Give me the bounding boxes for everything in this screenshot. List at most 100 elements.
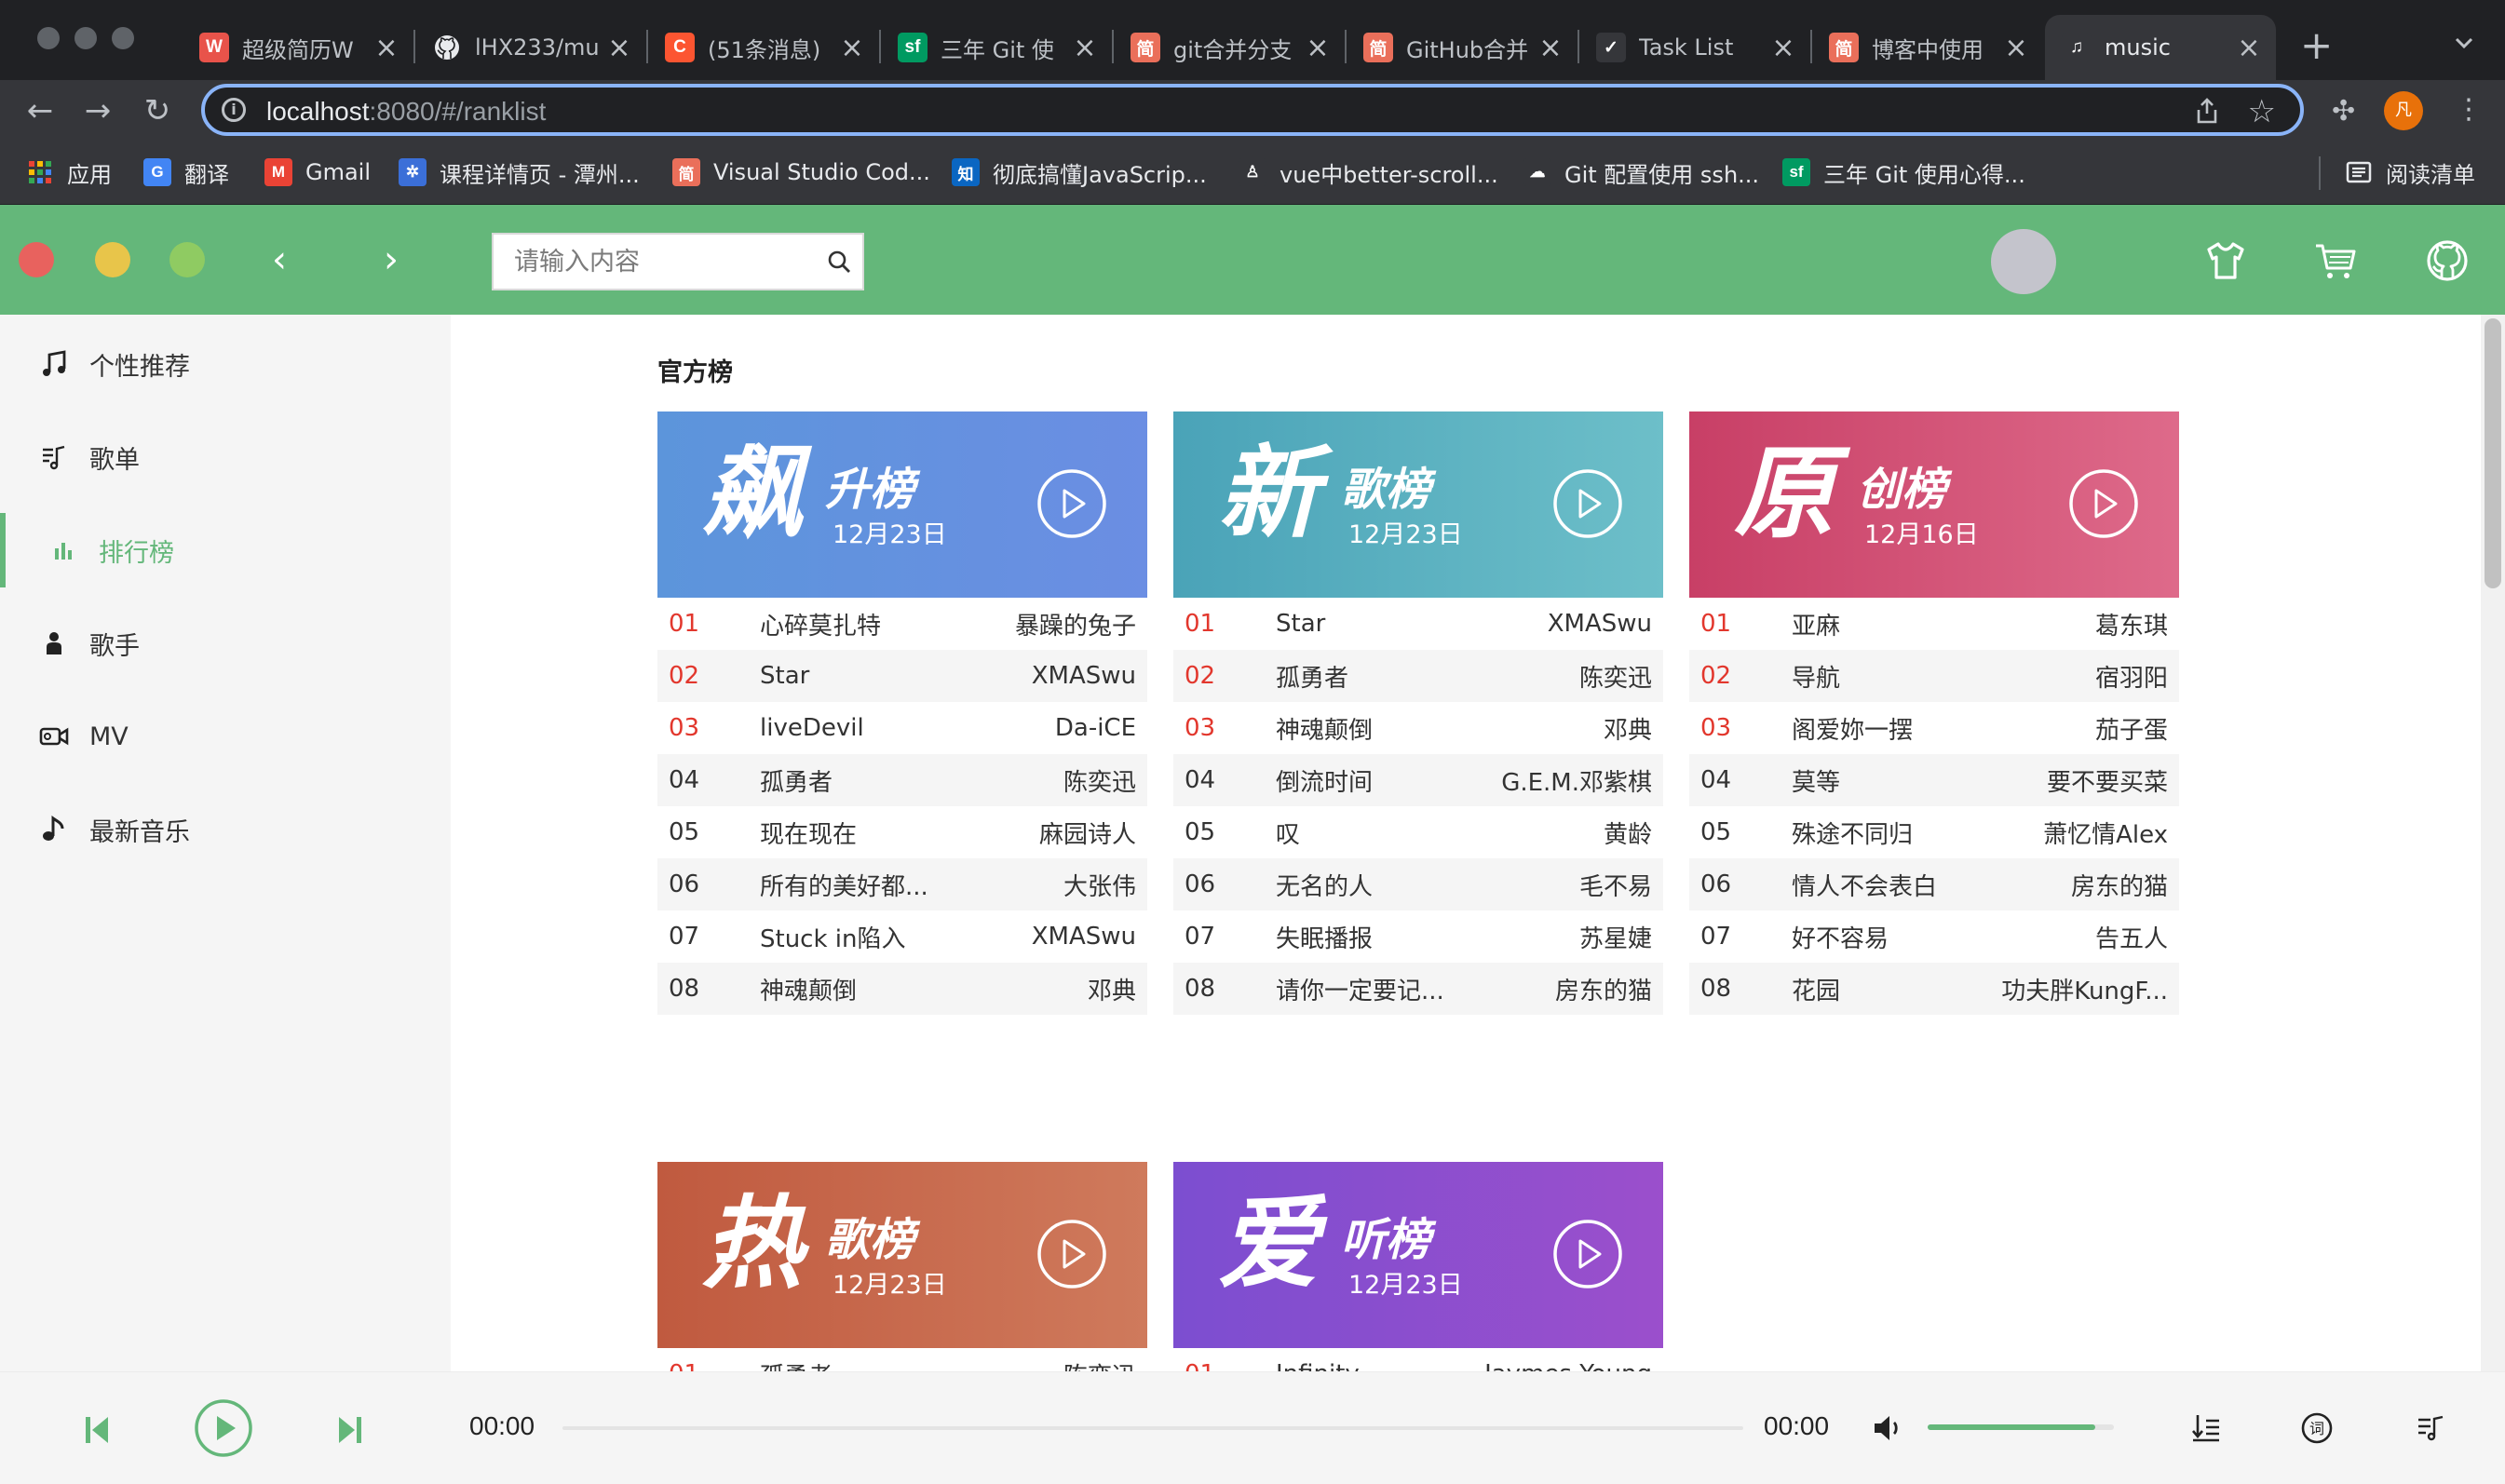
progress-bar[interactable] [562, 1426, 1743, 1430]
ranking-row[interactable]: 01 亚麻 葛东琪 [1689, 598, 2179, 650]
scrollbar-thumb[interactable] [2485, 318, 2501, 588]
bookmark-star-icon[interactable]: ☆ [2248, 93, 2276, 130]
github-icon[interactable] [2425, 238, 2470, 283]
browser-tab[interactable]: W 超级简历W × [183, 15, 413, 80]
volume-icon[interactable] [1872, 1413, 1903, 1443]
tab-close-icon[interactable]: × [607, 32, 631, 64]
play-all-icon[interactable] [1036, 1218, 1108, 1290]
ranking-row[interactable]: 06 情人不会表白 房东的猫 [1689, 858, 2179, 911]
window-minimize-button[interactable] [74, 27, 97, 49]
user-avatar[interactable] [1991, 229, 2056, 294]
address-bar[interactable]: i localhost:8080/#/ranklist ☆ [201, 84, 2304, 136]
ranking-row[interactable]: 08 请你一定要记... 房东的猫 [1173, 963, 1663, 1015]
bookmark-item[interactable]: sf 三年 Git 使用心得... [1782, 156, 2025, 188]
ranking-row[interactable]: 01 心碎莫扎特 暴躁的兔子 [657, 598, 1147, 650]
browser-tab[interactable]: sf 三年 Git 使 × [881, 15, 1112, 80]
tab-close-icon[interactable]: × [1538, 32, 1563, 64]
ranking-row[interactable]: 04 倒流时间 G.E.M.邓紫棋 [1173, 754, 1663, 806]
play-all-icon[interactable] [1551, 1218, 1624, 1290]
ranking-row[interactable]: 05 叹 黄龄 [1173, 806, 1663, 858]
ranking-row[interactable]: 03 liveDevil Da-iCE [657, 702, 1147, 754]
history-back-icon[interactable]: ‹ [272, 238, 287, 281]
ranking-banner[interactable]: 飙升榜 12月23日 [657, 411, 1147, 598]
play-icon[interactable] [194, 1398, 253, 1458]
minimize-dot[interactable] [95, 242, 130, 277]
ranking-banner[interactable]: 爱听榜 12月23日 [1173, 1162, 1663, 1348]
forward-arrow-icon[interactable]: → [82, 95, 114, 127]
browser-tab[interactable]: 简 GitHub合并 × [1347, 15, 1577, 80]
tab-close-icon[interactable]: × [1771, 32, 1795, 64]
ranking-row[interactable]: 05 殊途不同归 萧忆情Alex [1689, 806, 2179, 858]
cart-icon[interactable] [2313, 238, 2358, 283]
ranking-row[interactable]: 02 孤勇者 陈奕迅 [1173, 650, 1663, 702]
browser-tab[interactable]: 简 git合并分支 × [1114, 15, 1345, 80]
browser-menu-icon[interactable]: ⋮ [2455, 93, 2483, 126]
bookmark-item[interactable]: ☁ Git 配置使用 ssh... [1523, 156, 1759, 188]
bookmark-item[interactable]: M Gmail [264, 156, 371, 188]
tab-close-icon[interactable]: × [1306, 32, 1330, 64]
sidebar-item-newmusic[interactable]: 最新音乐 [0, 792, 451, 867]
window-close-button[interactable] [37, 27, 60, 49]
bookmark-item[interactable]: ✲ 课程详情页 - 潭州... [399, 156, 640, 188]
ranking-row[interactable]: 04 孤勇者 陈奕迅 [657, 754, 1147, 806]
tab-close-icon[interactable]: × [374, 32, 399, 64]
ranking-row[interactable]: 05 现在现在 麻园诗人 [657, 806, 1147, 858]
tab-search-icon[interactable] [2453, 32, 2475, 54]
bookmark-item[interactable]: 简 Visual Studio Cod... [672, 156, 930, 188]
ranking-row[interactable]: 04 莫等 要不要买菜 [1689, 754, 2179, 806]
browser-tab[interactable]: lHX233/mu × [415, 15, 646, 80]
play-all-icon[interactable] [2067, 467, 2140, 540]
sidebar-item-recommend[interactable]: 个性推荐 [0, 327, 451, 401]
play-all-icon[interactable] [1036, 467, 1108, 540]
ranking-row[interactable]: 08 神魂颠倒 邓典 [657, 963, 1147, 1015]
window-zoom-button[interactable] [112, 27, 134, 49]
page-scrollbar[interactable] [2481, 315, 2505, 1371]
sidebar-item-mv[interactable]: MV [0, 699, 451, 774]
reload-icon[interactable]: ↻ [142, 95, 173, 127]
play-order-icon[interactable] [2190, 1413, 2222, 1443]
sidebar-item-playlist[interactable]: 歌单 [0, 420, 451, 494]
ranking-row[interactable]: 07 Stuck in陷入 XMASwu [657, 911, 1147, 963]
browser-tab[interactable]: C (51条消息) × [648, 15, 879, 80]
ranking-row[interactable]: 01 Star XMASwu [1173, 598, 1663, 650]
volume-slider[interactable] [1928, 1424, 2114, 1430]
search-input[interactable] [494, 235, 810, 289]
bookmark-item[interactable]: 知彻底搞懂JavaScrip... [952, 156, 1207, 188]
tab-close-icon[interactable]: × [2004, 32, 2028, 64]
bookmark-item[interactable]: 应用 [26, 156, 112, 188]
sidebar-item-singer[interactable]: 歌手 [0, 606, 451, 681]
next-track-icon[interactable] [335, 1413, 365, 1447]
playlist-queue-icon[interactable] [2416, 1413, 2445, 1443]
extensions-puzzle-icon[interactable]: ✣ [2332, 95, 2355, 128]
ranking-row[interactable]: 07 好不容易 告五人 [1689, 911, 2179, 963]
url-text[interactable]: localhost:8080/#/ranklist [266, 97, 546, 127]
history-forward-icon[interactable]: › [384, 238, 399, 281]
ranking-row[interactable]: 01InfinityJaymes Young [1173, 1348, 1663, 1371]
ranking-row[interactable]: 03 阁爱妳一摆 茄子蛋 [1689, 702, 2179, 754]
ranking-row[interactable]: 08 花园 功夫胖KungF... [1689, 963, 2179, 1015]
tab-close-icon[interactable]: × [840, 32, 864, 64]
ranking-row[interactable]: 06 无名的人 毛不易 [1173, 858, 1663, 911]
previous-track-icon[interactable] [82, 1413, 112, 1447]
bookmark-item[interactable]: ♙ vue中better-scroll... [1239, 156, 1498, 188]
play-all-icon[interactable] [1551, 467, 1624, 540]
new-tab-button[interactable]: + [2300, 22, 2333, 68]
site-info-icon[interactable]: i [222, 98, 246, 122]
search-icon[interactable] [827, 250, 851, 274]
ranking-row[interactable]: 02 Star XMASwu [657, 650, 1147, 702]
reading-list-button[interactable]: 阅读清单 [2345, 156, 2475, 188]
browser-tab[interactable]: ✓ Task List × [1579, 15, 1810, 80]
close-dot[interactable] [19, 242, 54, 277]
ranking-row[interactable]: 03 神魂颠倒 邓典 [1173, 702, 1663, 754]
bookmark-item[interactable]: G 翻译 [143, 156, 229, 188]
skin-tshirt-icon[interactable] [2203, 238, 2248, 283]
tab-close-icon[interactable]: × [1073, 32, 1097, 64]
profile-avatar[interactable]: 凡 [2384, 91, 2423, 130]
lyrics-icon[interactable]: 词 [2300, 1411, 2334, 1445]
share-icon[interactable] [2194, 97, 2220, 125]
ranking-row[interactable]: 02 导航 宿羽阳 [1689, 650, 2179, 702]
back-arrow-icon[interactable]: ← [24, 95, 56, 127]
sidebar-item-ranklist[interactable]: 排行榜 [0, 513, 451, 587]
browser-tab[interactable]: 简博客中使用 × [1812, 15, 2043, 80]
ranking-banner[interactable]: 新歌榜 12月23日 [1173, 411, 1663, 598]
